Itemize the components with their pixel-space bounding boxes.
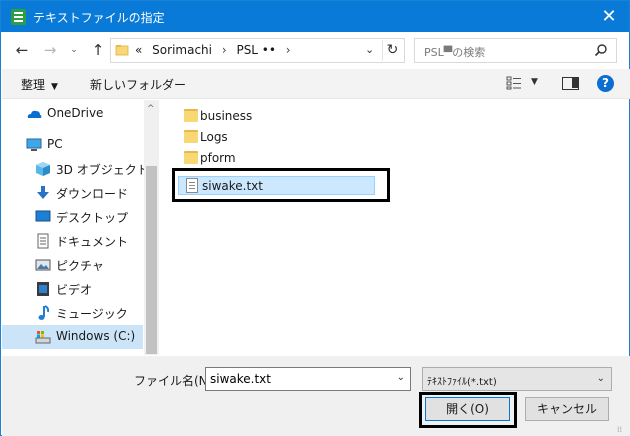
selected-file-highlight bbox=[172, 168, 390, 202]
view-options-chevron-icon[interactable]: ▼ bbox=[531, 77, 538, 87]
music-note-icon bbox=[38, 305, 50, 320]
scrollbar-thumb[interactable] bbox=[146, 166, 157, 354]
nav-item-music[interactable]: ミュージック bbox=[2, 301, 143, 325]
nav-item-documents[interactable]: ドキュメント bbox=[2, 229, 143, 253]
app-icon bbox=[11, 9, 26, 25]
nav-item-label: OneDrive bbox=[47, 106, 104, 120]
filename-combobox[interactable]: ⌄ bbox=[205, 367, 411, 391]
nav-item-3d-objects[interactable]: 3D オブジェクト bbox=[2, 157, 149, 181]
breadcrumb-item-psl[interactable]: PSL •• bbox=[236, 43, 276, 57]
desktop-icon bbox=[35, 210, 51, 222]
chevron-down-icon[interactable]: ⌄ bbox=[397, 372, 405, 383]
refresh-icon[interactable]: ↻ bbox=[382, 40, 402, 61]
nav-item-label: デスクトップ bbox=[56, 211, 129, 225]
file-open-dialog: テキストファイルの指定 ✕ ← → ⌄ ↑ « Sorimachi › PSL … bbox=[0, 0, 630, 436]
file-name: pform bbox=[200, 151, 236, 165]
filetype-select[interactable]: ﾃｷｽﾄﾌｧｲﾙ(*.txt) ⌄ bbox=[422, 367, 612, 391]
folder-icon bbox=[184, 130, 198, 143]
folder-icon bbox=[184, 109, 198, 122]
nav-item-onedrive[interactable]: OneDrive bbox=[2, 102, 143, 126]
drive-icon bbox=[35, 331, 51, 344]
recent-locations-chevron-icon[interactable]: ⌄ bbox=[65, 41, 83, 59]
filetype-value: ﾃｷｽﾄﾌｧｲﾙ(*.txt) bbox=[427, 377, 497, 388]
nav-item-desktop[interactable]: デスクトップ bbox=[2, 205, 143, 229]
address-dropdown-chevron-icon[interactable]: ⌄ bbox=[365, 43, 374, 56]
nav-item-label: Windows (C:) bbox=[56, 329, 136, 343]
folder-icon bbox=[115, 45, 129, 56]
breadcrumb-overflow[interactable]: « bbox=[135, 43, 142, 57]
breadcrumb-separator-icon[interactable]: › bbox=[222, 43, 227, 57]
scroll-up-icon[interactable]: ^ bbox=[147, 104, 155, 114]
nav-item-label: PC bbox=[47, 137, 63, 151]
command-toolbar: 整理 ▼ 新しいフォルダー ▼ ? bbox=[2, 69, 630, 99]
search-icon[interactable] bbox=[594, 43, 608, 57]
view-options-icon[interactable] bbox=[506, 76, 522, 90]
help-icon[interactable]: ? bbox=[597, 75, 614, 92]
organize-label: 整理 bbox=[21, 78, 46, 92]
chevron-down-icon: ▼ bbox=[51, 82, 58, 92]
navigation-scrollbar[interactable]: ^ bbox=[144, 100, 159, 355]
open-button[interactable]: 開く(O) bbox=[425, 397, 510, 421]
computer-icon bbox=[26, 138, 42, 151]
folder-icon bbox=[184, 151, 198, 164]
download-arrow-icon bbox=[37, 186, 49, 199]
breadcrumb-item-sorimachi[interactable]: Sorimachi bbox=[152, 43, 212, 57]
new-folder-button[interactable]: 新しいフォルダー bbox=[90, 76, 186, 93]
cloud-icon bbox=[27, 110, 42, 118]
search-placeholder[interactable]: PSL▀の検索 bbox=[424, 44, 485, 60]
nav-item-label: ドキュメント bbox=[56, 235, 129, 249]
video-icon bbox=[37, 282, 49, 296]
dialog-title: テキストファイルの指定 bbox=[33, 11, 165, 25]
navigation-pane: OneDrive PC 3D オブジェクト ダウンロード デスクトップ ドキュメ… bbox=[2, 100, 149, 355]
address-bar[interactable]: « Sorimachi › PSL •• › ⌄ ↻ bbox=[110, 38, 405, 63]
up-arrow-icon[interactable]: ↑ bbox=[89, 41, 107, 59]
breadcrumb: « Sorimachi › PSL •• › bbox=[135, 43, 297, 57]
search-box[interactable]: PSL▀の検索 bbox=[414, 38, 617, 63]
picture-icon bbox=[35, 259, 51, 271]
nav-item-label: ダウンロード bbox=[56, 187, 129, 201]
resize-grip-icon[interactable]: ⁞⁞ bbox=[617, 425, 622, 434]
file-name: business bbox=[200, 109, 253, 123]
title-bar: テキストファイルの指定 ✕ bbox=[1, 1, 629, 32]
back-arrow-icon[interactable]: ← bbox=[13, 41, 31, 59]
forward-arrow-icon[interactable]: → bbox=[41, 41, 59, 59]
cancel-button[interactable]: キャンセル bbox=[525, 397, 609, 421]
nav-item-label: ビデオ bbox=[56, 283, 93, 297]
nav-item-label: ミュージック bbox=[56, 307, 128, 321]
breadcrumb-separator-icon[interactable]: › bbox=[286, 43, 291, 57]
filename-input[interactable] bbox=[206, 368, 392, 390]
chevron-down-icon: ⌄ bbox=[596, 373, 605, 384]
file-list bbox=[161, 100, 629, 355]
organize-button[interactable]: 整理 ▼ bbox=[21, 76, 58, 93]
cube-3d-icon bbox=[36, 162, 50, 176]
nav-item-windows-c[interactable]: Windows (C:) bbox=[2, 325, 143, 349]
preview-pane-icon[interactable] bbox=[562, 77, 579, 90]
document-icon bbox=[37, 233, 49, 249]
close-button[interactable]: ✕ bbox=[589, 1, 629, 32]
nav-item-pictures[interactable]: ピクチャ bbox=[2, 253, 143, 277]
nav-item-label: 3D オブジェクト bbox=[56, 163, 149, 177]
file-name: Logs bbox=[200, 130, 228, 144]
nav-item-downloads[interactable]: ダウンロード bbox=[2, 181, 143, 205]
nav-item-pc[interactable]: PC bbox=[2, 133, 143, 157]
nav-item-label: ピクチャ bbox=[56, 259, 104, 273]
nav-item-videos[interactable]: ビデオ bbox=[2, 277, 143, 301]
